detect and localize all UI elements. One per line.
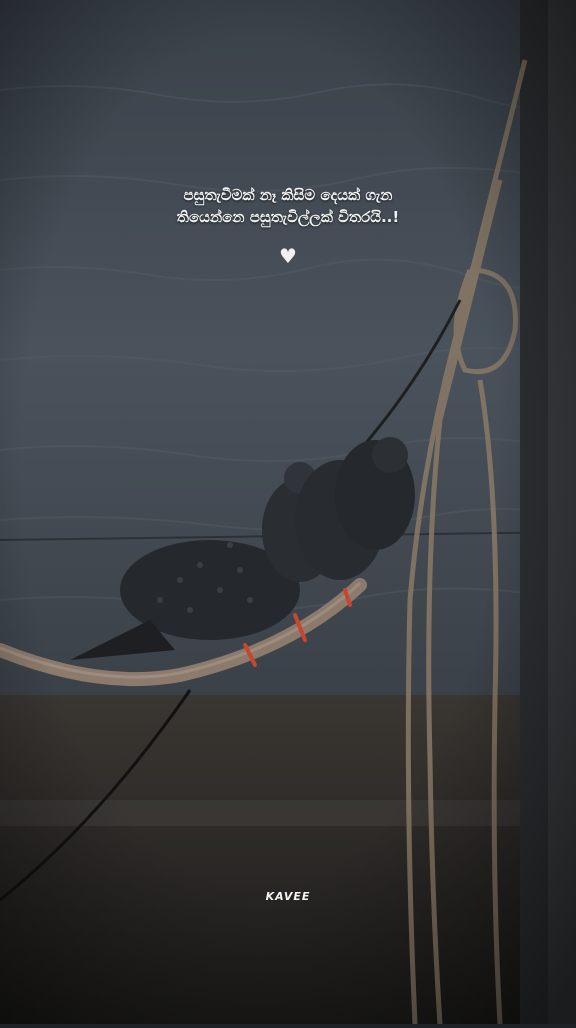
watermark: KAVEE (265, 890, 311, 903)
background-photo (0, 0, 576, 1025)
quote-text: පසුතැවීමක් නෑ කිසිම දෙයක් ගැන තියෙන්නෙ ප… (0, 184, 576, 228)
heart-icon: ♥ (279, 244, 297, 268)
quote-line-1: පසුතැවීමක් නෑ කිසිම දෙයක් ගැන (183, 186, 393, 204)
quote-line-2: තියෙන්නෙ පසුතැවිල්ලක් විතරයි..! (176, 208, 400, 226)
